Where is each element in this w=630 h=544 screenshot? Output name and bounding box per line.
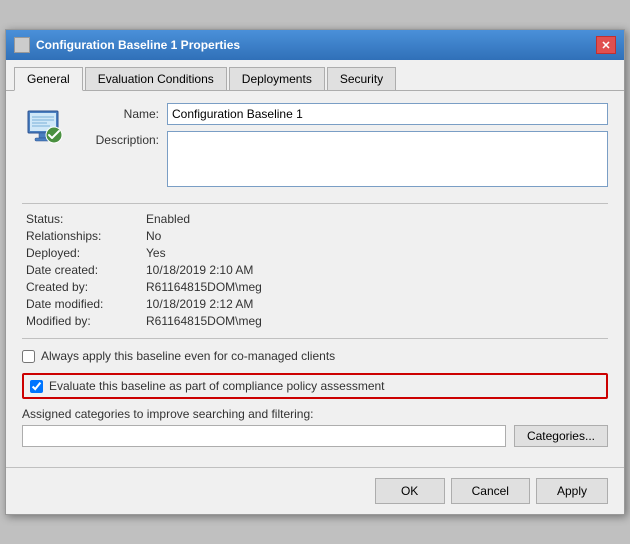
created-by-label: Created by: bbox=[26, 280, 146, 294]
description-label: Description: bbox=[82, 131, 167, 147]
name-label: Name: bbox=[82, 107, 167, 121]
relationships-value: No bbox=[146, 229, 608, 243]
evaluate-highlight-box: Evaluate this baseline as part of compli… bbox=[22, 373, 608, 399]
categories-button[interactable]: Categories... bbox=[514, 425, 608, 447]
window-icon bbox=[14, 37, 30, 53]
deployed-label: Deployed: bbox=[26, 246, 146, 260]
date-modified-value: 10/18/2019 2:12 AM bbox=[146, 297, 608, 311]
title-bar: Configuration Baseline 1 Properties ✕ bbox=[6, 30, 624, 60]
categories-section: Assigned categories to improve searching… bbox=[22, 407, 608, 447]
date-created-value: 10/18/2019 2:10 AM bbox=[146, 263, 608, 277]
tab-deployments[interactable]: Deployments bbox=[229, 67, 325, 91]
properties-window: Configuration Baseline 1 Properties ✕ Ge… bbox=[5, 29, 625, 515]
bottom-buttons: OK Cancel Apply bbox=[6, 467, 624, 514]
info-grid: Status: Enabled Relationships: No Deploy… bbox=[22, 212, 608, 328]
relationships-label: Relationships: bbox=[26, 229, 146, 243]
status-value: Enabled bbox=[146, 212, 608, 226]
always-apply-row: Always apply this baseline even for co-m… bbox=[22, 347, 608, 365]
date-created-label: Date created: bbox=[26, 263, 146, 277]
evaluate-checkbox[interactable] bbox=[30, 380, 43, 393]
top-section: Name: Description: bbox=[22, 103, 608, 193]
status-label: Status: bbox=[26, 212, 146, 226]
categories-row: Categories... bbox=[22, 425, 608, 447]
modified-by-value: R61164815DOM\meg bbox=[146, 314, 608, 328]
apply-button[interactable]: Apply bbox=[536, 478, 608, 504]
name-row: Name: bbox=[82, 103, 608, 125]
title-bar-left: Configuration Baseline 1 Properties bbox=[14, 37, 240, 53]
categories-label: Assigned categories to improve searching… bbox=[22, 407, 608, 421]
tab-general[interactable]: General bbox=[14, 67, 83, 91]
divider-2 bbox=[22, 338, 608, 339]
tab-evaluation-conditions[interactable]: Evaluation Conditions bbox=[85, 67, 227, 91]
ok-button[interactable]: OK bbox=[375, 478, 445, 504]
deployed-value: Yes bbox=[146, 246, 608, 260]
tab-bar: General Evaluation Conditions Deployment… bbox=[6, 60, 624, 91]
window-title: Configuration Baseline 1 Properties bbox=[36, 38, 240, 52]
evaluate-label[interactable]: Evaluate this baseline as part of compli… bbox=[49, 379, 385, 393]
description-textarea[interactable] bbox=[167, 131, 608, 187]
tab-security[interactable]: Security bbox=[327, 67, 396, 91]
divider-1 bbox=[22, 203, 608, 204]
description-row: Description: bbox=[82, 131, 608, 187]
close-button[interactable]: ✕ bbox=[596, 36, 616, 54]
categories-input[interactable] bbox=[22, 425, 506, 447]
cancel-button[interactable]: Cancel bbox=[451, 478, 530, 504]
always-apply-checkbox[interactable] bbox=[22, 350, 35, 363]
tab-content: Name: Description: Status: Enabled Relat… bbox=[6, 91, 624, 467]
name-input[interactable] bbox=[167, 103, 608, 125]
modified-by-label: Modified by: bbox=[26, 314, 146, 328]
created-by-value: R61164815DOM\meg bbox=[146, 280, 608, 294]
form-fields: Name: Description: bbox=[82, 103, 608, 193]
date-modified-label: Date modified: bbox=[26, 297, 146, 311]
always-apply-label[interactable]: Always apply this baseline even for co-m… bbox=[41, 349, 335, 363]
baseline-icon bbox=[22, 103, 70, 151]
